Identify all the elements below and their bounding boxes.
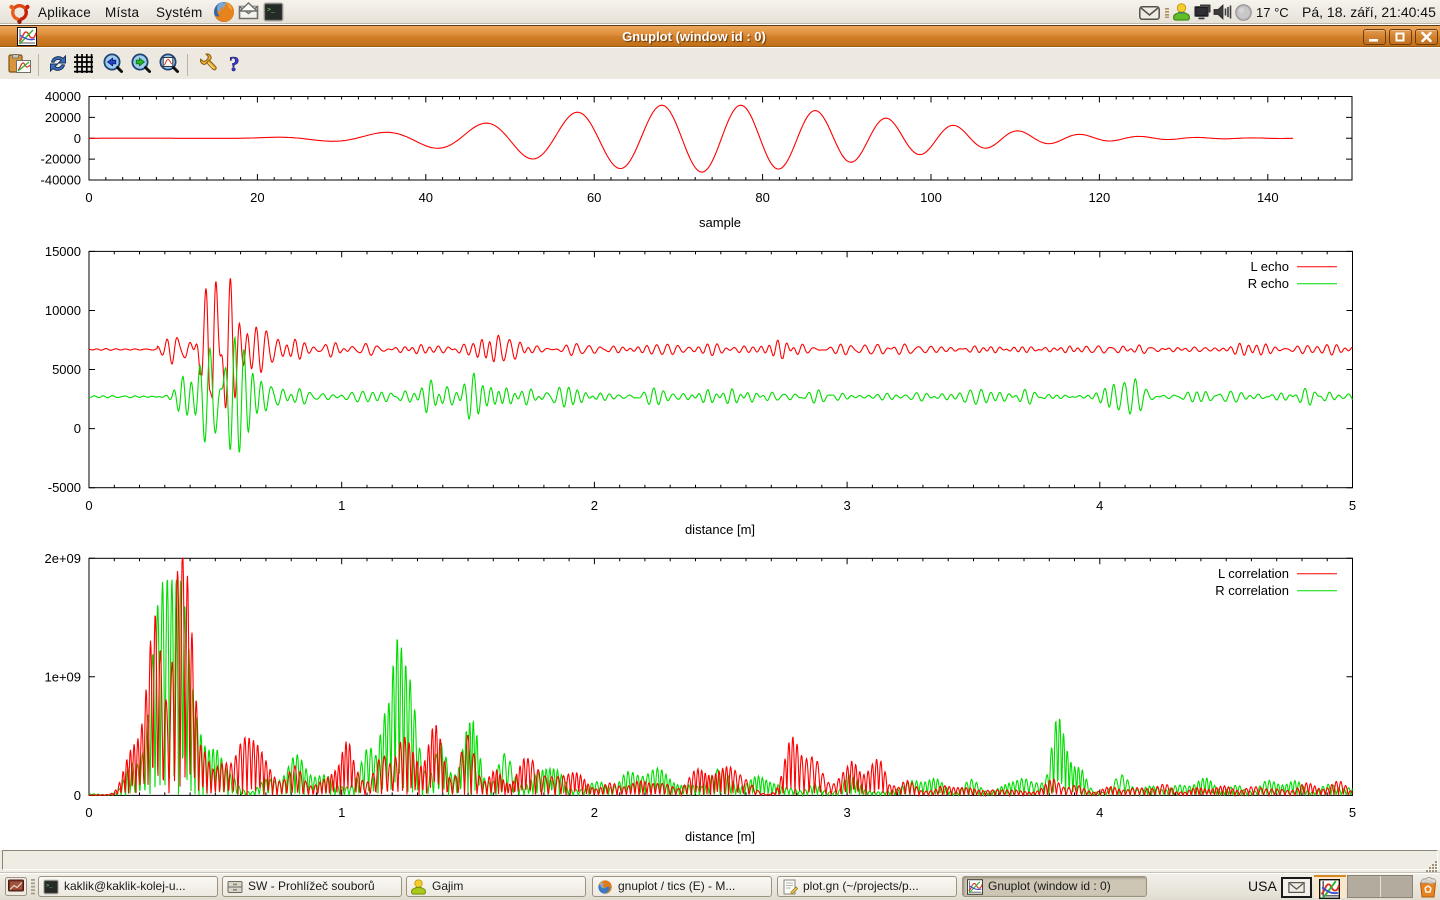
svg-text:R echo: R echo [1248, 276, 1289, 291]
svg-text:distance [m]: distance [m] [685, 522, 755, 537]
svg-text:-40000: -40000 [41, 173, 81, 188]
svg-text:120: 120 [1089, 190, 1111, 205]
svg-text:2e+09: 2e+09 [44, 551, 81, 566]
svg-text:100: 100 [920, 190, 942, 205]
svg-text:?: ? [229, 52, 240, 75]
svg-text:>_: >_ [46, 883, 53, 889]
svg-text:60: 60 [587, 190, 601, 205]
svg-text:distance [m]: distance [m] [685, 829, 755, 844]
svg-text:L correlation: L correlation [1218, 566, 1289, 581]
svg-text:0: 0 [85, 498, 92, 513]
svg-text:1e+09: 1e+09 [44, 669, 81, 684]
svg-text:sample: sample [699, 215, 741, 230]
svg-text:20: 20 [250, 190, 264, 205]
svg-text:5: 5 [1349, 498, 1356, 513]
svg-text:20000: 20000 [45, 110, 81, 125]
svg-text:0: 0 [74, 131, 81, 146]
svg-text:1: 1 [338, 498, 345, 513]
svg-text:3: 3 [843, 805, 850, 820]
svg-text:3: 3 [843, 498, 850, 513]
svg-text:80: 80 [755, 190, 769, 205]
svg-text:2: 2 [591, 805, 598, 820]
svg-text:40: 40 [419, 190, 433, 205]
svg-text:5000: 5000 [52, 362, 81, 377]
svg-text:-5000: -5000 [48, 480, 81, 495]
svg-text:10000: 10000 [45, 303, 81, 318]
svg-text:R correlation: R correlation [1215, 583, 1289, 598]
svg-text:>_: >_ [267, 7, 275, 14]
svg-text:1: 1 [338, 805, 345, 820]
svg-text:5: 5 [1349, 805, 1356, 820]
svg-text:40000: 40000 [45, 89, 81, 104]
svg-text:0: 0 [74, 788, 81, 803]
svg-text:0: 0 [74, 421, 81, 436]
svg-text:4: 4 [1096, 805, 1103, 820]
svg-text:2: 2 [591, 498, 598, 513]
svg-text:0: 0 [85, 190, 92, 205]
svg-text:140: 140 [1257, 190, 1279, 205]
svg-text:4: 4 [1096, 498, 1103, 513]
svg-text:0: 0 [85, 805, 92, 820]
svg-text:L echo: L echo [1250, 259, 1289, 274]
svg-text:-20000: -20000 [41, 152, 81, 167]
svg-text:15000: 15000 [45, 244, 81, 259]
